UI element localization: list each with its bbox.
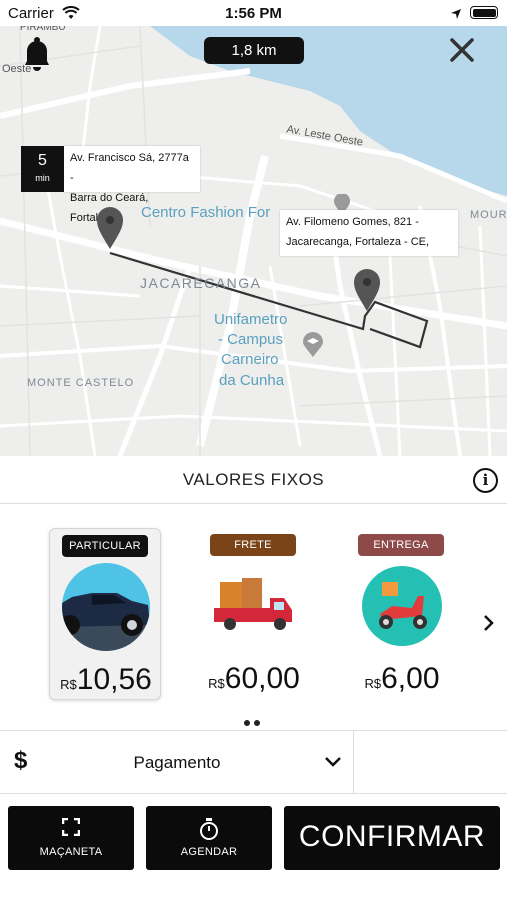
info-icon[interactable]: i (473, 468, 498, 493)
option-particular[interactable]: PARTICULAR R$10,56 (49, 528, 161, 700)
origin-address-card[interactable]: Av. Francisco Sá, 2777a - Barra do Ceará… (64, 146, 200, 224)
scooter-icon (362, 566, 442, 646)
section-title: VALORES FIXOS (182, 470, 325, 489)
option-price: R$6,00 (364, 662, 440, 695)
school-pin-icon (302, 332, 324, 363)
option-badge: PARTICULAR (62, 535, 148, 557)
option-entrega[interactable]: ENTREGA R$6,00 (346, 528, 458, 700)
clock-label: 1:56 PM (225, 5, 282, 22)
fixed-prices-header: VALORES FIXOS i (0, 456, 507, 504)
carousel-page-indicator (244, 713, 264, 731)
chevron-down-icon (324, 755, 342, 773)
status-bar: Carrier 1:56 PM (0, 0, 507, 26)
macaneta-button[interactable]: MAÇANETA (8, 806, 134, 870)
page-dot (244, 720, 250, 726)
distance-badge: 1,8 km (204, 37, 304, 64)
expand-icon (8, 817, 134, 841)
agendar-label: AGENDAR (180, 846, 238, 858)
destination-pin-icon[interactable] (352, 268, 382, 317)
confirm-button[interactable]: CONFIRMAR (284, 806, 500, 870)
destination-address-line2: Jacarecanga, Fortaleza - CE, (286, 236, 430, 248)
map-label-unifametro-1: Unifametro (214, 311, 288, 328)
macaneta-label: MAÇANETA (39, 846, 103, 858)
map-label-moura: MOUR (470, 209, 507, 221)
map-label-jacarecanga: JACARECANGA (140, 275, 262, 291)
eta-unit: min (35, 173, 50, 183)
map-label-unifametro-4: da Cunha (219, 372, 285, 389)
map-label-monte-castelo: MONTE CASTELO (27, 377, 135, 389)
location-arrow-icon (450, 7, 462, 25)
payment-label: Pagamento (133, 753, 221, 772)
agendar-button[interactable]: AGENDAR (146, 806, 272, 870)
origin-address-line2: Barra do Ceará, Fortaleza - (70, 192, 149, 224)
confirm-label: CONFIRMAR (298, 820, 486, 853)
destination-address-line1: Av. Filomeno Gomes, 821 - (286, 216, 419, 228)
option-badge: ENTREGA (358, 534, 444, 556)
car-icon (62, 563, 150, 651)
option-badge: FRETE (210, 534, 296, 556)
payment-row: $ Pagamento (0, 730, 507, 794)
origin-address-line1: Av. Francisco Sá, 2777a - (70, 152, 189, 184)
option-price: R$60,00 (208, 662, 300, 695)
destination-address-card[interactable]: Av. Filomeno Gomes, 821 - Jacarecanga, F… (280, 210, 458, 256)
ride-options-carousel[interactable]: PARTICULAR R$10,56 FRETE R$60,00 ENTREGA… (0, 504, 507, 730)
route-map[interactable]: PIRAMBU Oeste Av. Leste Oeste Centro Fas… (0, 26, 507, 456)
battery-icon (470, 6, 498, 19)
payment-select[interactable]: $ Pagamento (0, 731, 354, 793)
map-label-unifametro-2: - Campus (218, 331, 284, 348)
origin-pin-icon[interactable] (95, 206, 125, 255)
close-icon[interactable] (448, 36, 476, 69)
stopwatch-icon (146, 818, 272, 845)
notification-bell-icon[interactable] (20, 36, 54, 79)
eta-value: 5 (38, 152, 47, 169)
option-price: R$10,56 (60, 663, 152, 696)
truck-icon (210, 562, 298, 650)
option-frete[interactable]: FRETE R$60,00 (198, 528, 310, 700)
eta-badge: 5 min (21, 146, 64, 192)
map-label-unifametro-3: Carneiro (221, 351, 279, 368)
chevron-right-icon[interactable] (482, 612, 496, 638)
page-dot (254, 720, 260, 726)
